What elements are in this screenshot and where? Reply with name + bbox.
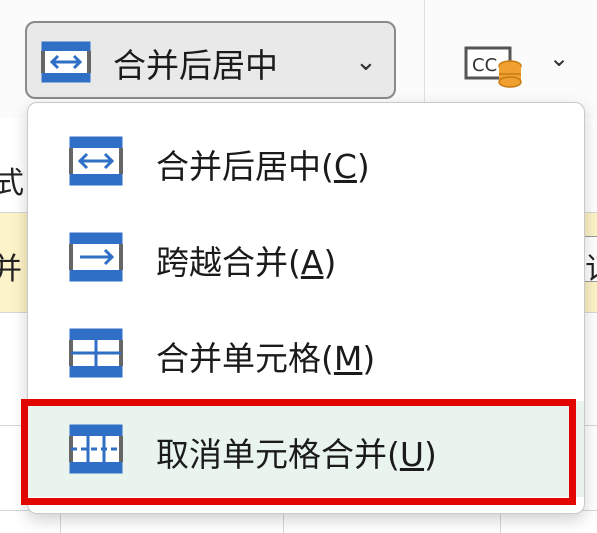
merge-center-icon: [68, 133, 124, 193]
menu-item-label: 取消单元格合并(U): [156, 435, 437, 474]
accelerator-key: U: [399, 435, 425, 474]
chevron-down-icon[interactable]: ⌄: [355, 47, 377, 77]
cc-database-icon[interactable]: CC: [462, 44, 526, 92]
chevron-down-icon[interactable]: ⌄: [549, 44, 569, 72]
svg-text:CC: CC: [472, 55, 497, 76]
merge-cells-icon: [68, 325, 124, 385]
merge-dropdown-menu: 合并后居中(C) 跨越合并(A) 合并单元格(M) 取消单元格合并(U): [27, 102, 585, 514]
merge-center-button-label: 合并后居中: [113, 46, 278, 85]
cell-text: 并: [0, 252, 22, 287]
menu-item-unmerge-cells[interactable]: 取消单元格合并(U): [28, 401, 584, 497]
merge-center-split-button[interactable]: 合并后居中 ⌄: [25, 21, 396, 99]
merge-center-icon: [41, 41, 91, 87]
accelerator-key: C: [333, 147, 357, 186]
ribbon-divider: [424, 0, 425, 118]
menu-item-merge-cells[interactable]: 合并单元格(M): [28, 305, 584, 401]
menu-item-merge-center[interactable]: 合并后居中(C): [28, 113, 584, 209]
ribbon-group-text: 式: [0, 166, 24, 201]
cell-text: 订: [585, 244, 597, 288]
menu-item-merge-across[interactable]: 跨越合并(A): [28, 209, 584, 305]
merge-across-icon: [68, 229, 124, 289]
accelerator-key: A: [300, 243, 324, 282]
accelerator-key: M: [333, 339, 363, 378]
menu-item-label: 跨越合并(A): [156, 243, 337, 282]
unmerge-cells-icon: [68, 421, 124, 481]
menu-item-label: 合并后居中(C): [156, 147, 370, 186]
menu-item-label: 合并单元格(M): [156, 339, 376, 378]
